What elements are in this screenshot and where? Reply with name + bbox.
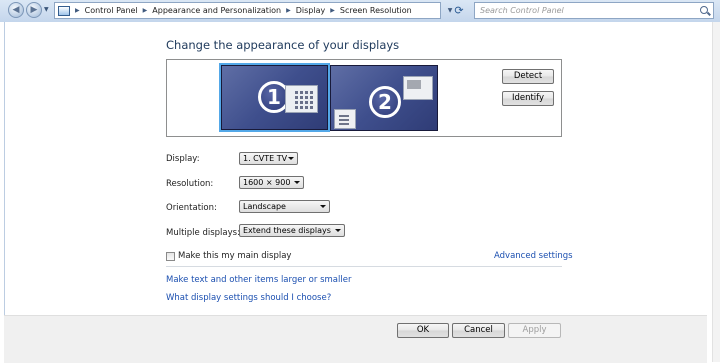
search-placeholder: Search Control Panel — [480, 6, 564, 15]
breadcrumb-separator-icon[interactable]: ▶ — [143, 7, 148, 14]
cancel-button[interactable]: Cancel — [452, 323, 505, 338]
display-help-link[interactable]: What display settings should I choose? — [166, 293, 331, 303]
back-button[interactable]: ◀ — [8, 2, 24, 18]
resolution-value: 1600 × 900 — [243, 178, 291, 187]
display-label: Display: — [166, 154, 200, 164]
orientation-label: Orientation: — [166, 203, 217, 213]
multiple-displays-label: Multiple displays: — [166, 228, 240, 238]
resolution-select[interactable]: 1600 × 900 — [239, 176, 304, 189]
dropdown-arrow-icon — [294, 181, 300, 184]
main-display-checkbox-label[interactable]: Make this my main display — [178, 251, 291, 261]
window-thumbnail-icon — [285, 85, 318, 113]
detect-button[interactable]: Detect — [502, 69, 554, 84]
multiple-displays-select[interactable]: Extend these displays — [239, 224, 345, 237]
multiple-displays-value: Extend these displays — [243, 226, 331, 235]
forward-button[interactable]: ▶ — [26, 2, 42, 18]
dialog-footer: OK Cancel Apply — [4, 315, 707, 363]
search-input[interactable]: Search Control Panel — [474, 2, 714, 19]
orientation-select[interactable]: Landscape — [239, 200, 330, 213]
control-panel-icon — [58, 5, 70, 16]
main-display-checkbox[interactable] — [166, 252, 175, 261]
breadcrumb-separator-icon[interactable]: ▶ — [286, 7, 291, 14]
breadcrumb-separator-icon[interactable]: ▶ — [330, 7, 335, 14]
identify-button[interactable]: Identify — [502, 91, 554, 106]
window-thumbnail-icon — [403, 76, 433, 100]
section-divider — [166, 266, 562, 267]
breadcrumb-display[interactable]: Display — [296, 6, 326, 15]
breadcrumb-separator-icon[interactable]: ▶ — [75, 7, 80, 14]
recent-pages-dropdown-icon[interactable]: ▼ — [44, 6, 49, 13]
display-select[interactable]: 1. CVTE TV — [239, 152, 298, 165]
dropdown-arrow-icon — [335, 229, 341, 232]
window-thumbnail-icon — [334, 109, 356, 129]
monitor-arrangement-panel: 1 2 Detect Identify — [166, 59, 562, 137]
search-icon[interactable] — [700, 6, 708, 14]
address-bar[interactable]: ▶ Control Panel ▶ Appearance and Persona… — [54, 2, 441, 19]
refresh-icon[interactable]: ⟳ — [451, 2, 467, 19]
window-toolbar: ◀ ▶ ▼ ▶ Control Panel ▶ Appearance and P… — [0, 0, 720, 22]
dropdown-arrow-icon — [288, 157, 294, 160]
monitor-1[interactable]: 1 — [221, 65, 328, 130]
monitor-2[interactable]: 2 — [330, 65, 438, 131]
dropdown-arrow-icon — [320, 205, 326, 208]
resolution-label: Resolution: — [166, 179, 214, 189]
text-size-link[interactable]: Make text and other items larger or smal… — [166, 275, 351, 285]
orientation-value: Landscape — [243, 202, 286, 211]
ok-button[interactable]: OK — [397, 323, 449, 338]
breadcrumb-screen-resolution[interactable]: Screen Resolution — [340, 6, 412, 15]
apply-button[interactable]: Apply — [508, 323, 561, 338]
monitor-number-badge: 2 — [369, 86, 401, 118]
display-value: 1. CVTE TV — [243, 154, 288, 163]
vertical-scrollbar[interactable] — [712, 22, 720, 362]
breadcrumb-appearance[interactable]: Appearance and Personalization — [152, 6, 281, 15]
breadcrumb-control-panel[interactable]: Control Panel — [85, 6, 138, 15]
page-title: Change the appearance of your displays — [166, 38, 400, 52]
advanced-settings-link[interactable]: Advanced settings — [494, 251, 573, 261]
